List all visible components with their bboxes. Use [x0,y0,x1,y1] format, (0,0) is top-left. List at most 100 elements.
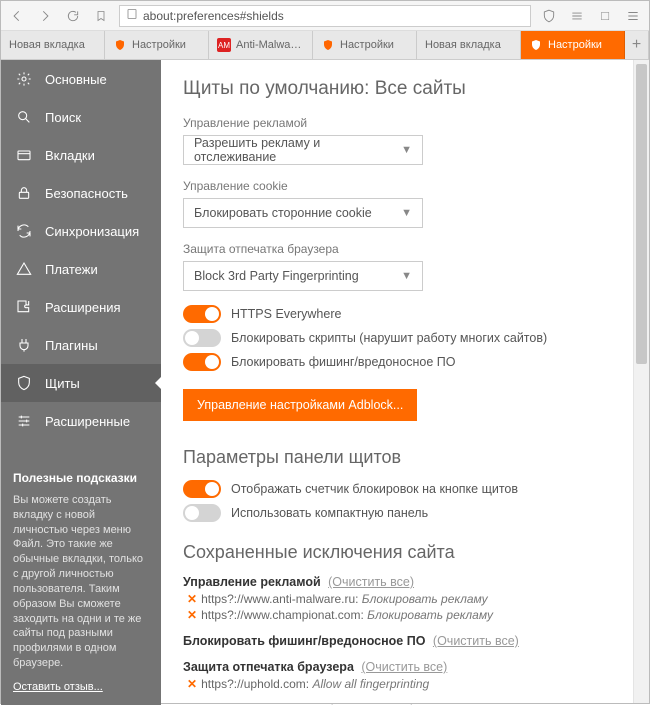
sidebar-item-label: Синхронизация [45,224,139,239]
sidebar-item-sync[interactable]: Синхронизация [1,212,161,250]
panel-section-title: Параметры панели щитов [183,447,627,468]
tab-label: Настройки [340,39,394,51]
chevron-down-icon: ▼ [401,270,412,282]
block-scripts-toggle[interactable] [183,329,221,347]
triangle-icon [15,260,33,278]
shield-icon [15,374,33,392]
sidebar-item-payments[interactable]: Платежи [1,250,161,288]
sidebar-item-security[interactable]: Безопасность [1,174,161,212]
adblock-settings-button[interactable]: Управление настройками Adblock... [183,389,417,421]
sidebar-item-label: Щиты [45,376,80,391]
tab-label: Anti-Malware.ru - [236,39,304,51]
block-phishing-label: Блокировать фишинг/вредоносное ПО [231,355,456,369]
ads-control-label: Управление рекламой [183,116,627,130]
block-phishing-toggle[interactable] [183,353,221,371]
tab-strip: Новая вкладка Настройки AMAnti-Malware.ru … [1,31,649,60]
compact-panel-label: Использовать компактную панель [231,506,428,520]
tab-anti-malware-ru-[interactable]: AMAnti-Malware.ru - [209,31,313,59]
ads-control-value: Разрешить рекламу и отслеживание [194,136,401,164]
fingerprint-label: Защита отпечатка браузера [183,242,627,256]
chevron-down-icon: ▼ [401,144,412,156]
menu-lines-button[interactable] [567,6,587,26]
sidebar-item-label: Плагины [45,338,98,353]
sync-icon [15,222,33,240]
remove-exclusion-button[interactable]: ✕ [187,592,197,606]
cookie-control-select[interactable]: Блокировать сторонние cookie ▼ [183,198,423,228]
show-counter-label: Отображать счетчик блокировок на кнопке … [231,482,518,496]
forward-button[interactable] [35,6,55,26]
chevron-down-icon: ▼ [401,207,412,219]
back-button[interactable] [7,6,27,26]
exclusion-row: ✕https?://www.anti-malware.ru: Блокирова… [187,592,627,606]
exclusion-row: ✕https?://uphold.com: Allow all fingerpr… [187,677,627,691]
remove-exclusion-button[interactable]: ✕ [187,608,197,622]
window-min-button[interactable]: □ [595,6,615,26]
tips-body: Вы можете создать вкладку с новой личнос… [13,493,149,671]
exclusion-row: ✕https?://www.championat.com: Блокироват… [187,608,627,622]
puzzle-icon [15,298,33,316]
sliders-icon [15,412,33,430]
tab-настройки[interactable]: Настройки [313,31,417,59]
sidebar-item-plugins[interactable]: Плагины [1,326,161,364]
new-tab-button[interactable]: + [625,31,649,59]
tab-label: Настройки [548,39,602,51]
clear-all-link[interactable]: (Очистить все) [433,634,519,648]
fingerprint-value: Block 3rd Party Fingerprinting [194,269,359,283]
sidebar-item-extensions[interactable]: Расширения [1,288,161,326]
sidebar-item-label: Расширения [45,300,121,315]
sidebar-item-tabs[interactable]: Вкладки [1,136,161,174]
tab-новая-вкладка[interactable]: Новая вкладка [1,31,105,59]
scroll-thumb[interactable] [636,64,647,364]
tab-настройки[interactable]: Настройки [105,31,209,59]
remove-exclusion-button[interactable]: ✕ [187,677,197,691]
sidebar-item-search[interactable]: Поиск [1,98,161,136]
sidebar-item-label: Платежи [45,262,98,277]
exclusion-group-title: Защита отпечатка браузера (Очистить все) [183,660,627,674]
feedback-link[interactable]: Оставить отзыв... [13,681,103,693]
sidebar-item-label: Расширенные [45,414,130,429]
content-pane: Щиты по умолчанию: Все сайты Управление … [161,60,649,705]
cookie-control-value: Блокировать сторонние cookie [194,206,372,220]
clear-all-link[interactable]: (Очистить все) [328,575,414,589]
url-text: about:preferences#shields [143,9,284,23]
menu-bars-button[interactable] [623,6,643,26]
page-title: Щиты по умолчанию: Все сайты [183,78,627,100]
sidebar-item-label: Вкладки [45,148,95,163]
browser-toolbar: about:preferences#shields □ [1,1,649,31]
https-everywhere-label: HTTPS Everywhere [231,307,341,321]
sidebar-footer: Полезные подсказки Вы можете создать вкл… [1,459,161,705]
https-everywhere-toggle[interactable] [183,305,221,323]
tab-label: Настройки [132,39,186,51]
shield-indicator[interactable] [539,6,559,26]
sidebar: Основные Поиск Вкладки Безопасность Синхрони… [1,60,161,705]
fingerprint-select[interactable]: Block 3rd Party Fingerprinting ▼ [183,261,423,291]
show-counter-toggle[interactable] [183,480,221,498]
exclusion-group: Управление рекламой (Очистить все) ✕https… [183,575,627,622]
search-icon [15,108,33,126]
ads-control-select[interactable]: Разрешить рекламу и отслеживание ▼ [183,135,423,165]
bookmark-button[interactable] [91,6,111,26]
scrollbar[interactable] [633,60,649,703]
exclusion-group: Защита отпечатка браузера (Очистить все)… [183,660,627,691]
exclusion-group: Блокировать фишинг/вредоносное ПО (Очист… [183,634,627,648]
tips-title: Полезные подсказки [13,471,149,485]
exceptions-title: Сохраненные исключения сайта [183,542,627,563]
sidebar-item-shields[interactable]: Щиты [1,364,161,402]
sidebar-item-label: Безопасность [45,186,128,201]
block-scripts-label: Блокировать скрипты (нарушит работу мног… [231,331,547,345]
gear-icon [15,70,33,88]
tab-новая-вкладка[interactable]: Новая вкладка [417,31,521,59]
exclusion-group-title: Управление рекламой (Очистить все) [183,575,627,589]
cookie-control-label: Управление cookie [183,179,627,193]
clear-all-link[interactable]: (Очистить все) [361,660,447,674]
address-bar[interactable]: about:preferences#shields [119,5,531,27]
reload-button[interactable] [63,6,83,26]
sidebar-item-advanced[interactable]: Расширенные [1,402,161,440]
exclusion-group-title: Блокировать фишинг/вредоносное ПО (Очист… [183,634,627,648]
compact-panel-toggle[interactable] [183,504,221,522]
page-icon [126,8,138,23]
tab-настройки[interactable]: Настройки [521,31,625,59]
sidebar-item-general[interactable]: Основные [1,60,161,98]
lock-icon [15,184,33,202]
sidebar-item-label: Поиск [45,110,81,125]
